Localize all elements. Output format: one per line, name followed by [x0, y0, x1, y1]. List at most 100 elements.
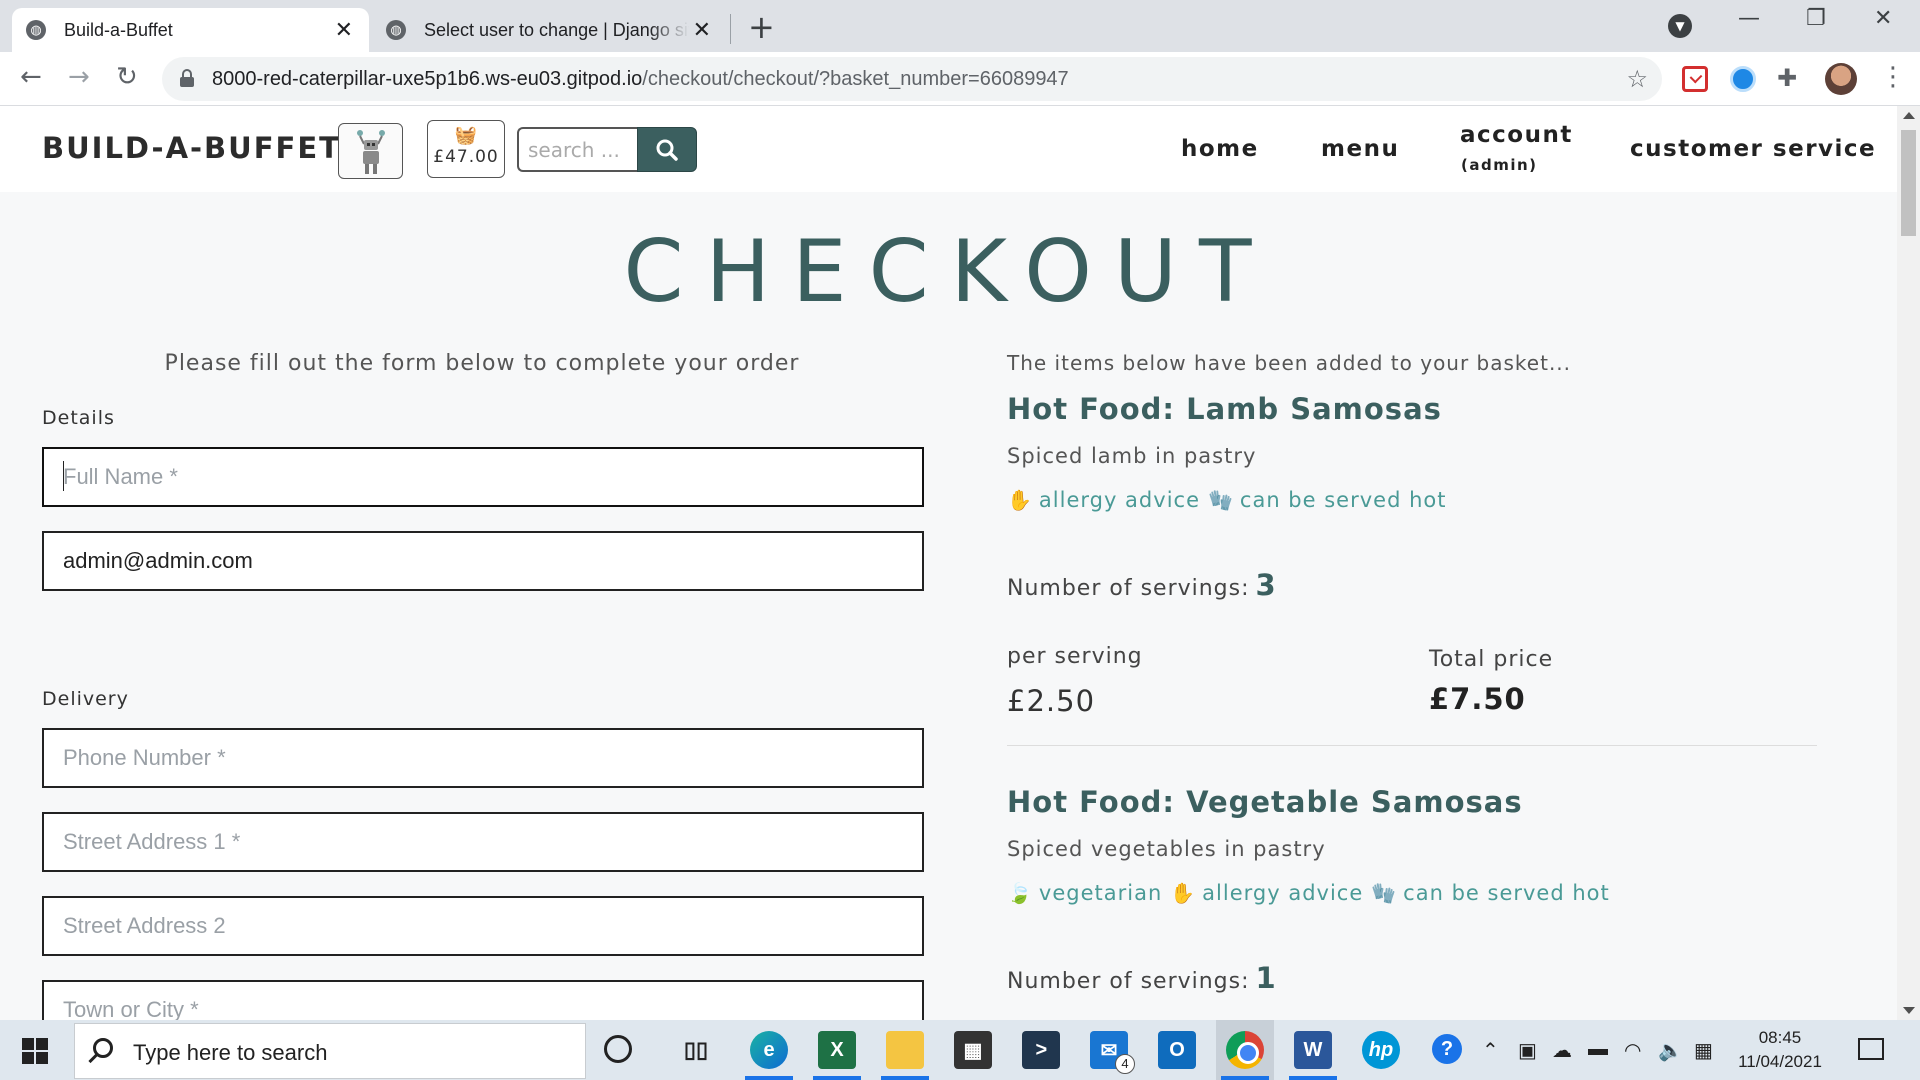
search-input[interactable] — [517, 127, 637, 172]
taskbar-search-text: Type here to search — [133, 1040, 328, 1065]
url-path: /checkout/checkout/?basket_number=660899… — [642, 67, 1069, 90]
running-indicator — [745, 1076, 793, 1080]
search-button[interactable] — [637, 127, 697, 172]
more-menu-icon[interactable]: ⋮ — [1880, 62, 1906, 92]
running-indicator — [813, 1076, 861, 1080]
street-address-1-field[interactable] — [42, 812, 924, 872]
nav-home-link[interactable]: home — [1181, 136, 1259, 162]
nav-customer-service-link[interactable]: customer service — [1630, 136, 1876, 162]
window-close-icon[interactable]: ✕ — [1874, 6, 1892, 31]
bookmark-star-icon[interactable]: ☆ — [1626, 65, 1648, 93]
calendar-app-icon[interactable]: ▦ — [1694, 1038, 1713, 1063]
town-or-city-field[interactable] — [42, 980, 924, 1020]
outlook-icon[interactable]: O — [1158, 1031, 1196, 1069]
search-icon — [93, 1038, 113, 1058]
site-search — [517, 127, 697, 172]
profile-avatar[interactable] — [1825, 63, 1857, 95]
chrome-icon[interactable] — [1226, 1031, 1264, 1069]
battery-icon[interactable]: ▬ — [1588, 1038, 1608, 1061]
close-icon[interactable]: ✕ — [335, 17, 353, 43]
tag-label: can be served hot — [1403, 881, 1610, 905]
nav-menu-link[interactable]: menu — [1321, 136, 1399, 162]
servings-row: Number of servings: 3 — [1007, 568, 1277, 602]
servings-quantity: 1 — [1255, 961, 1277, 995]
mail-badge: 4 — [1115, 1054, 1135, 1074]
pocket-extension-icon[interactable] — [1682, 66, 1708, 92]
basket-total: £47.00 — [433, 147, 499, 167]
form-intro-text: Please fill out the form below to comple… — [164, 351, 800, 376]
phone-number-field[interactable] — [42, 728, 924, 788]
text-caret — [63, 461, 64, 491]
forward-icon[interactable]: → — [68, 62, 90, 92]
vegetarian-tag: 🍃 vegetarian — [1007, 881, 1162, 905]
hot-tag: 🧤 can be served hot — [1208, 488, 1446, 512]
taskbar-search-box[interactable]: Type here to search — [74, 1023, 586, 1079]
windows-start-icon[interactable] — [22, 1038, 48, 1064]
servings-label: Number of servings: — [1007, 576, 1250, 601]
page-viewport: BUILD-A-BUFFET 🧺 £47.00 home menu acco — [0, 106, 1897, 1020]
hp-icon[interactable]: hp — [1362, 1031, 1400, 1069]
mitten-icon: 🧤 — [1371, 881, 1398, 905]
notifications-icon[interactable] — [1858, 1038, 1884, 1060]
running-indicator — [1289, 1076, 1337, 1080]
globe-icon: ◍ — [26, 20, 46, 40]
nav-account-link[interactable]: account — [1460, 122, 1573, 148]
basket-icon: 🧺 — [454, 125, 478, 146]
basket-intro-text: The items below have been added to your … — [1007, 351, 1572, 375]
onedrive-icon[interactable]: ☁ — [1552, 1038, 1572, 1063]
help-icon[interactable]: ? — [1432, 1034, 1462, 1064]
new-tab-button[interactable]: + — [748, 8, 775, 46]
scroll-down-arrow-icon[interactable] — [1903, 1007, 1915, 1014]
item-name: Hot Food: Vegetable Samosas — [1007, 785, 1523, 819]
tag-label: allergy advice — [1202, 881, 1364, 905]
chevron-up-icon[interactable]: ⌃ — [1482, 1038, 1499, 1063]
tab-build-a-buffet[interactable]: ◍ Build-a-Buffet ✕ — [12, 8, 369, 52]
brand-logo-text[interactable]: BUILD-A-BUFFET — [42, 131, 341, 165]
item-description: Spiced lamb in pastry — [1007, 444, 1257, 468]
scroll-up-arrow-icon[interactable] — [1903, 112, 1915, 119]
page-title: CHECKOUT — [623, 222, 1274, 322]
item-divider — [1007, 745, 1817, 746]
task-view-icon[interactable]: ▯▯ — [677, 1031, 715, 1069]
back-icon[interactable]: ← — [20, 62, 42, 92]
system-clock[interactable]: 08:45 11/04/2021 — [1735, 1026, 1825, 1074]
restore-icon[interactable]: ❐ — [1806, 6, 1826, 31]
total-price-label: Total price — [1429, 647, 1554, 672]
extensions-puzzle-icon[interactable]: ✚ — [1777, 64, 1797, 92]
full-name-field[interactable] — [42, 447, 924, 507]
address-bar[interactable]: 8000-red-caterpillar-uxe5p1b6.ws-eu03.gi… — [162, 57, 1662, 101]
allergy-tag[interactable]: ✋ allergy advice — [1007, 488, 1200, 512]
tag-label: can be served hot — [1239, 488, 1447, 512]
windows-taskbar: Type here to search ▯▯ e X ▦ > ✉ 4 O W h… — [0, 1020, 1920, 1080]
tab-search-icon[interactable]: ▼ — [1668, 14, 1692, 38]
edge-icon[interactable]: e — [750, 1031, 788, 1069]
tab-separator — [730, 14, 731, 44]
email-field[interactable] — [42, 531, 924, 591]
tab-django-admin[interactable]: ◍ Select user to change | Django site ad… — [372, 8, 727, 52]
tab-title: Build-a-Buffet — [64, 19, 173, 40]
page-scrollbar[interactable] — [1897, 106, 1920, 1020]
close-icon[interactable]: ✕ — [693, 17, 711, 43]
scroll-thumb[interactable] — [1901, 130, 1916, 236]
volume-icon[interactable]: 🔈 — [1658, 1038, 1683, 1063]
store-icon[interactable]: ▦ — [954, 1031, 992, 1069]
terminal-icon[interactable]: > — [1022, 1031, 1060, 1069]
minimize-icon[interactable]: — — [1738, 6, 1760, 31]
hexagon-extension-icon[interactable] — [1730, 66, 1756, 92]
meet-now-icon[interactable]: ▣ — [1518, 1038, 1537, 1063]
tab-title: Select user to change | Django site admi… — [424, 19, 689, 40]
cortana-icon[interactable] — [604, 1035, 632, 1063]
word-icon[interactable]: W — [1294, 1031, 1332, 1069]
lock-icon[interactable] — [180, 69, 194, 87]
excel-icon[interactable]: X — [818, 1031, 856, 1069]
basket-button[interactable]: 🧺 £47.00 — [427, 120, 505, 178]
url-text: 8000-red-caterpillar-uxe5p1b6.ws-eu03.gi… — [212, 68, 1069, 91]
wifi-icon[interactable]: ◠ — [1624, 1038, 1641, 1063]
robot-logo-icon[interactable] — [338, 123, 403, 179]
allergy-tag[interactable]: ✋ allergy advice — [1170, 881, 1363, 905]
tag-label: vegetarian — [1038, 881, 1163, 905]
details-section-label: Details — [42, 407, 115, 429]
street-address-2-field[interactable] — [42, 896, 924, 956]
file-explorer-icon[interactable] — [886, 1031, 924, 1069]
reload-icon[interactable]: ↻ — [116, 62, 138, 92]
